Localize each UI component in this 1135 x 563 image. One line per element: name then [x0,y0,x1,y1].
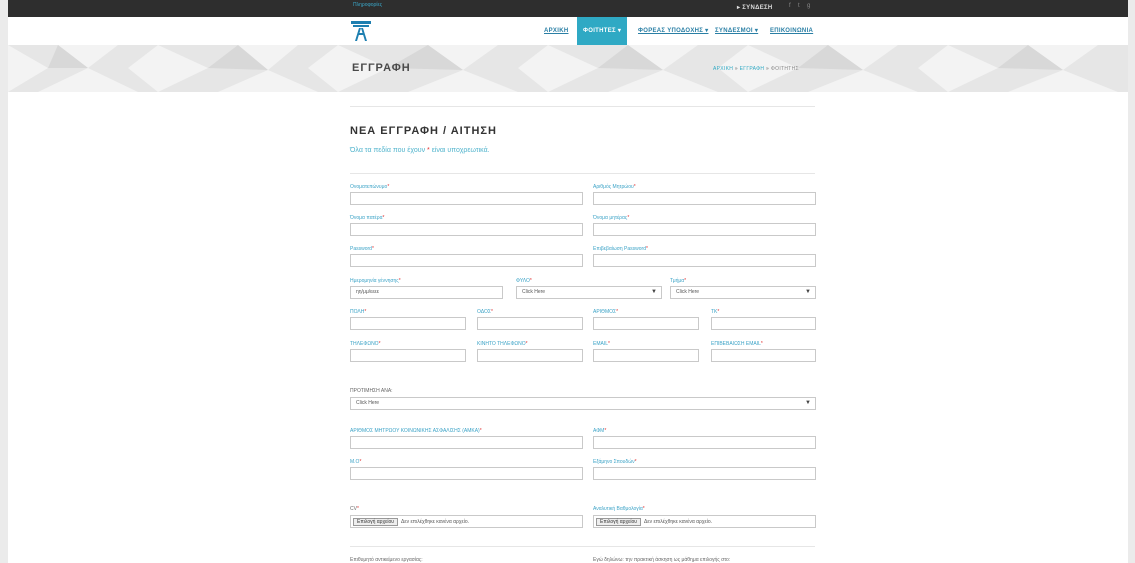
cv-label: CV* [350,506,359,512]
fullname-input[interactable] [350,192,583,205]
chevron-down-icon: ▼ [805,289,811,295]
chevron-down-icon: ▼ [805,400,811,406]
nav-hosts[interactable]: ΦΟΡΕΑΣ ΥΠΟΔΟΧΗΣ ▾ [638,17,708,45]
page-banner: ΕΓΓΡΑΦΗ ΑΡΧΙΚΗ » ΕΓΓΡΑΦΗ » ΦΟΙΤΗΤΗΣ [8,45,1128,92]
birth-date-input[interactable]: ηη/μμ/εεεε [350,286,503,299]
city-label: ΠΟΛΗ* [350,309,367,315]
logo-icon[interactable] [350,20,372,42]
transcript-choose-button[interactable]: Επιλογή αρχείου [596,518,641,526]
divider [350,106,815,107]
study-year-input[interactable] [593,467,816,480]
mobile-input[interactable] [477,349,583,362]
number-input[interactable] [593,317,699,330]
street-label: ΟΔΟΣ* [477,309,493,315]
amka-input[interactable] [350,436,583,449]
password-confirm-input[interactable] [593,254,816,267]
breadcrumb-register[interactable]: ΕΓΓΡΑΦΗ [740,66,765,72]
zip-input[interactable] [711,317,816,330]
login-link[interactable]: ▸ ΣΥΝΔΕΣΗ [737,4,773,11]
password-input[interactable] [350,254,583,267]
password-confirm-label: Επιβεβαίωση Password* [593,246,648,252]
gender-label: ΦΥΛΟ* [516,278,532,284]
login-label: ΣΥΝΔΕΣΗ [742,5,773,11]
facebook-icon[interactable]: f [789,3,791,9]
form-subtitle: Όλα τα πεδία που έχουν * είναι υποχρεωτι… [350,147,490,154]
transcript-file-input[interactable]: Επιλογή αρχείου Δεν επιλέχθηκε κανένα αρχ… [593,515,816,528]
google-icon[interactable]: g [807,3,810,9]
main-nav: ΑΡΧΙΚΗ ΦΟΙΤΗΤΕΣ ▾ ΦΟΡΕΑΣ ΥΠΟΔΟΧΗΣ ▾ ΣΥΝΔ… [8,17,1128,45]
gender-select[interactable]: Click Here ▼ [516,286,662,299]
phone-input[interactable] [350,349,466,362]
registration-form: ΝΕΑ ΕΓΓΡΑΦΗ / ΑΙΤΗΣΗ Όλα τα πεδία που έχ… [350,92,818,563]
cv-choose-button[interactable]: Επιλογή αρχείου [353,518,398,526]
work-subject-label: Επιθυμητό αντικείμενο εργασίας: [350,557,423,563]
gpa-label: Μ.Ο* [350,459,362,465]
gender-value: Click Here [522,289,546,295]
fullname-label: Ονοματεπώνυμο* [350,184,390,190]
email-label: EMAIL* [593,341,610,347]
top-bar: Πληροφορίες ▸ ΣΥΝΔΕΣΗ f t g [8,0,1128,17]
cv-file-input[interactable]: Επιλογή αρχείου Δεν επιλέχθηκε κανένα αρχ… [350,515,583,528]
top-hint[interactable]: Πληροφορίες [353,2,382,8]
reg-number-label: Αριθμός Μητρώου* [593,184,636,190]
nav-home[interactable]: ΑΡΧΙΚΗ [544,17,568,45]
twitter-icon[interactable]: t [798,3,800,9]
department-select[interactable]: Click Here ▼ [670,286,816,299]
breadcrumb-current: ΦΟΙΤΗΤΗΣ [770,66,799,72]
mother-name-input[interactable] [593,223,816,236]
form-title: ΝΕΑ ΕΓΓΡΑΦΗ / ΑΙΤΗΣΗ [350,125,497,137]
department-value: Click Here [676,289,700,295]
father-name-input[interactable] [350,223,583,236]
study-year-label: Εξάμηνο Σπουδών* [593,459,637,465]
elective-declaration-label: Εγώ δηλώνω: την πρακτική άσκηση ως μάθημ… [593,557,731,563]
subtitle-text: Όλα τα πεδία που έχουν [350,147,428,154]
preference-select[interactable]: Click Here ▼ [350,397,816,410]
zip-label: ΤΚ* [711,309,720,315]
email-confirm-input[interactable] [711,349,816,362]
cv-file-status: Δεν επιλέχθηκε κανένα αρχείο. [401,519,469,525]
birth-date-label: Ημερομηνία γέννησης* [350,278,401,284]
transcript-file-status: Δεν επιλέχθηκε κανένα αρχείο. [644,519,712,525]
page: Πληροφορίες ▸ ΣΥΝΔΕΣΗ f t g ΑΡΧΙΚΗ ΦΟΙΤΗ… [8,0,1128,563]
street-input[interactable] [477,317,583,330]
divider [350,546,815,547]
phone-label: ΤΗΛΕΦΩΝΟ* [350,341,381,347]
amka-label: ΑΡΙΘΜΟΣ ΜΗΤΡΩΟΥ ΚΟΙΝΩΝΙΚΗΣ ΑΣΦΑΛΙΣΗΣ (ΑΜ… [350,428,482,434]
breadcrumb-home[interactable]: ΑΡΧΙΚΗ [713,66,733,72]
breadcrumb-sep: » [734,66,738,72]
preference-label: ΠΡΟΤΙΜΗΣΗ ΑΝΑ: [350,388,393,394]
reg-number-input[interactable] [593,192,816,205]
divider [350,173,815,174]
password-label: Password* [350,246,374,252]
city-input[interactable] [350,317,466,330]
gpa-input[interactable] [350,467,583,480]
banner-pattern [8,45,1128,92]
preference-value: Click Here [356,400,380,406]
nav-contact[interactable]: ΕΠΙΚΟΙΝΩΝΙΑ [770,17,813,45]
email-input[interactable] [593,349,699,362]
number-label: ΑΡΙΘΜΟΣ* [593,309,619,315]
nav-students[interactable]: ΦΟΙΤΗΤΕΣ ▾ [577,17,628,45]
transcript-label: Αναλυτική Βαθμολογία* [593,506,645,512]
breadcrumb: ΑΡΧΙΚΗ » ΕΓΓΡΑΦΗ » ΦΟΙΤΗΤΗΣ [713,66,799,72]
page-title: ΕΓΓΡΑΦΗ [352,62,411,74]
department-label: Τμήμα* [670,278,687,284]
nav-links[interactable]: ΣΥΝΔΕΣΜΟΙ ▾ [715,17,758,45]
breadcrumb-sep: » [766,66,770,72]
chevron-down-icon: ▼ [651,289,657,295]
mother-name-label: Όνομα μητέρας* [593,215,630,221]
email-confirm-label: ΕΠΙΒΕΒΑΙΩΣΗ EMAIL* [711,341,763,347]
afm-input[interactable] [593,436,816,449]
mobile-label: ΚΙΝΗΤΟ ΤΗΛΕΦΩΝΟ* [477,341,528,347]
father-name-label: Όνομα πατέρα* [350,215,385,221]
afm-label: ΑΦΜ* [593,428,607,434]
subtitle-text-end: είναι υποχρεωτικά. [429,147,490,154]
